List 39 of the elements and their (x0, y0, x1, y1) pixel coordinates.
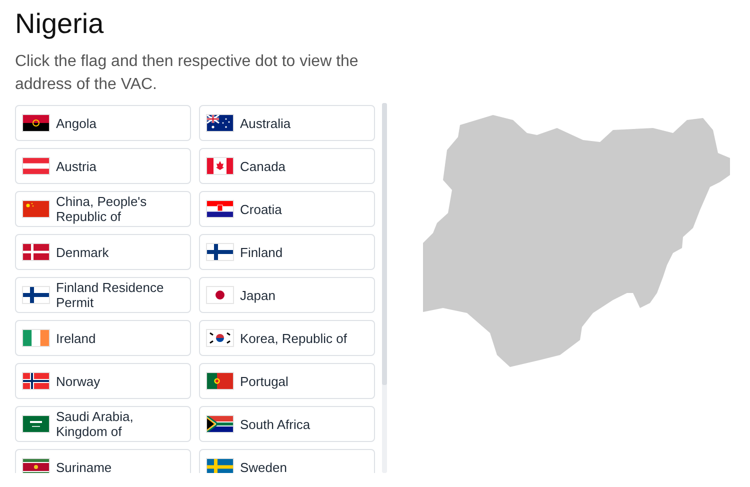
korea-flag-icon (206, 329, 234, 347)
country-button[interactable]: Suriname (15, 449, 191, 473)
country-button[interactable]: Austria (15, 148, 191, 184)
country-button[interactable]: Angola (15, 105, 191, 141)
ireland-flag-icon (22, 329, 50, 347)
china-flag-icon (22, 200, 50, 218)
country-button[interactable]: Croatia (199, 191, 375, 227)
country-button[interactable]: Denmark (15, 234, 191, 270)
country-button[interactable]: Canada (199, 148, 375, 184)
saudi-flag-icon (22, 415, 50, 433)
south-africa-flag-icon (206, 415, 234, 433)
scrollbar[interactable] (382, 103, 387, 473)
country-button[interactable]: Saudi Arabia, Kingdom of (15, 406, 191, 442)
denmark-flag-icon (22, 243, 50, 261)
norway-flag-icon (22, 372, 50, 390)
canada-flag-icon (206, 157, 234, 175)
portugal-flag-icon (206, 372, 234, 390)
page-title: Nigeria (15, 7, 105, 41)
finland-flag-icon (206, 243, 234, 261)
country-button[interactable]: Japan (199, 277, 375, 313)
country-button[interactable]: Finland (199, 234, 375, 270)
japan-flag-icon (206, 286, 234, 304)
angola-flag-icon (22, 114, 50, 132)
country-button[interactable]: Ireland (15, 320, 191, 356)
australia-flag-icon (206, 114, 234, 132)
country-button[interactable]: Sweden (199, 449, 375, 473)
country-button[interactable]: Portugal (199, 363, 375, 399)
suriname-flag-icon (22, 458, 50, 473)
croatia-flag-icon (206, 200, 234, 218)
sweden-flag-icon (206, 458, 234, 473)
austria-flag-icon (22, 157, 50, 175)
finland-flag-icon (22, 286, 50, 304)
country-button[interactable]: China, People's Republic of (15, 191, 191, 227)
country-button[interactable]: Australia (199, 105, 375, 141)
country-button[interactable]: Korea, Republic of (199, 320, 375, 356)
country-button[interactable]: Norway (15, 363, 191, 399)
instructions-text: Click the flag and then respective dot to view the address of the VAC. (15, 52, 360, 95)
country-button[interactable]: South Africa (199, 406, 375, 442)
country-button[interactable]: Finland Residence Permit (15, 277, 191, 313)
